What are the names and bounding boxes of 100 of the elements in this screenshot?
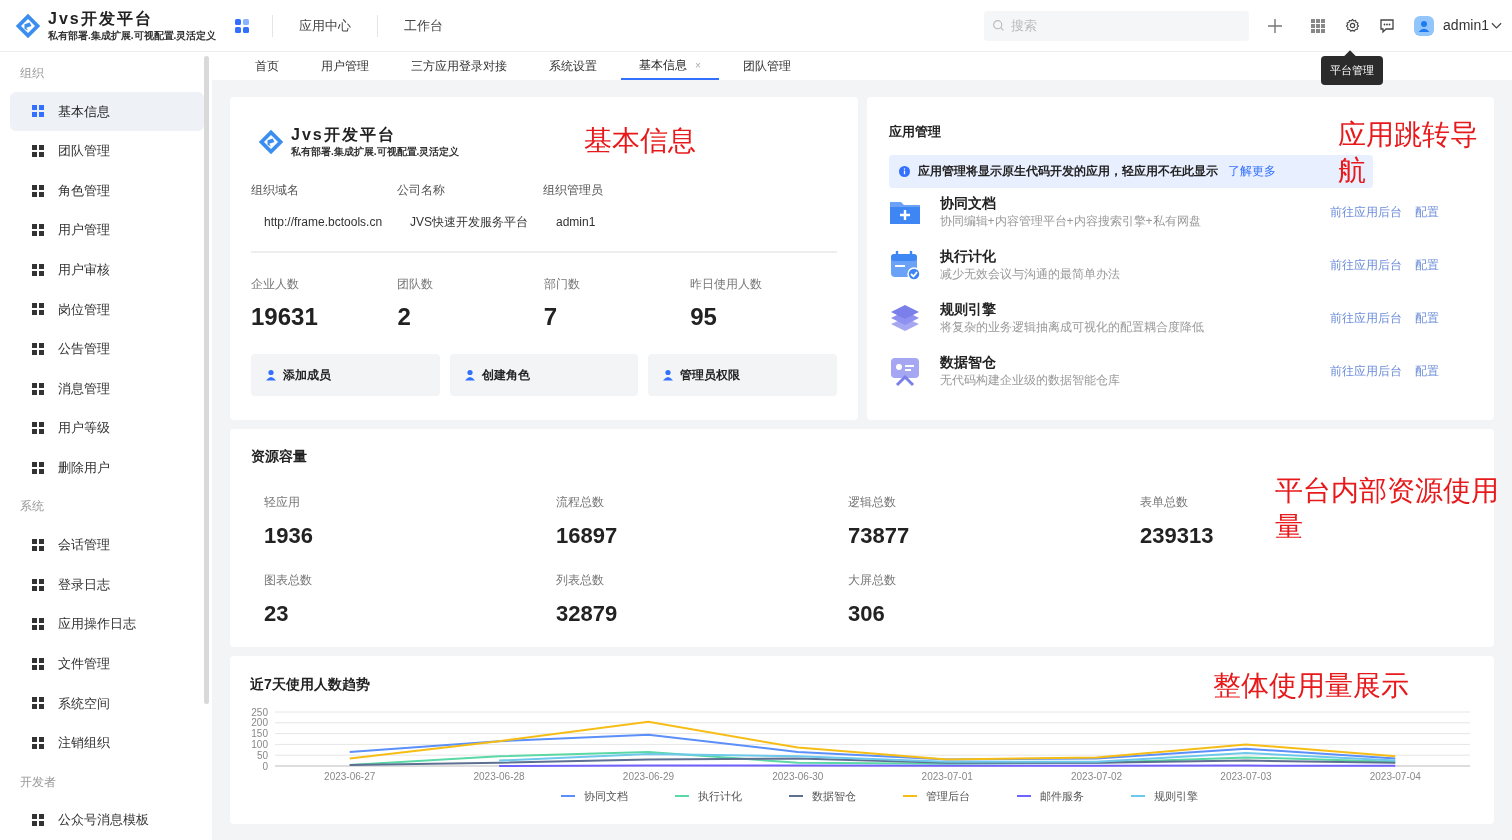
stat-label: 昨日使用人数 xyxy=(690,276,764,293)
search-field[interactable]: 搜索 xyxy=(984,10,1250,41)
apps-icon[interactable] xyxy=(234,17,250,34)
scrollbar[interactable] xyxy=(204,56,209,704)
grid-icon xyxy=(32,697,44,710)
stat-value: 239313 xyxy=(1140,523,1214,549)
sidebar-item[interactable]: 删除用户 xyxy=(10,447,204,488)
tooltip: 平台管理 xyxy=(1321,56,1383,85)
user-icon xyxy=(463,369,476,381)
app-name: 执行计化 xyxy=(939,246,997,265)
sidebar-item[interactable]: 角色管理 xyxy=(10,170,204,211)
app-name: 规则引擎 xyxy=(939,299,997,318)
learn-more-link[interactable]: 了解更多 xyxy=(1227,162,1276,180)
user-menu[interactable]: admin1 xyxy=(1443,15,1502,36)
tab[interactable]: 用户管理 xyxy=(303,52,387,80)
sidebar-item[interactable]: 登录日志 xyxy=(10,564,204,605)
app-link[interactable]: 配置 xyxy=(1414,202,1439,221)
grid-icon xyxy=(32,263,44,276)
sidebar-item[interactable]: 系统空间 xyxy=(10,683,204,724)
stat-label: 企业人数 xyxy=(251,276,300,293)
stat-label: 表单总数 xyxy=(1140,494,1188,511)
settings-icon[interactable] xyxy=(1345,18,1361,33)
stat-value: 306 xyxy=(848,601,885,627)
logo-icon xyxy=(14,11,42,40)
tab[interactable]: 团队管理 xyxy=(724,52,809,80)
sidebar-item[interactable]: 团队管理 xyxy=(10,131,204,171)
sidebar-group-title: 开发者 xyxy=(19,773,57,791)
search-icon xyxy=(992,18,1006,32)
stat-value: 95 xyxy=(690,302,718,332)
field-value: http://frame.bctools.cn xyxy=(263,214,384,231)
caret-icon xyxy=(1491,21,1502,30)
app-link[interactable]: 配置 xyxy=(1414,308,1439,327)
add-icon[interactable] xyxy=(1267,17,1284,34)
app-link[interactable]: 配置 xyxy=(1414,255,1439,274)
stat-value: 73877 xyxy=(848,523,910,549)
axis-tick-label: 2023-07-03 xyxy=(1220,771,1272,782)
grid-icon xyxy=(32,461,44,474)
stat-value: 19631 xyxy=(251,302,319,332)
sidebar-item[interactable]: 注销组织 xyxy=(10,723,204,763)
stat-label: 逻辑总数 xyxy=(848,494,896,511)
grid-icon xyxy=(32,145,44,157)
sidebar-item[interactable]: 用户管理 xyxy=(10,210,204,250)
app-link[interactable]: 前往应用后台 xyxy=(1329,361,1402,380)
app-description: 无代码构建企业级的数据智能仓库 xyxy=(939,371,1121,389)
sidebar-item[interactable]: 公告管理 xyxy=(10,329,204,369)
stat-label: 图表总数 xyxy=(264,572,312,589)
stat-label: 轻应用 xyxy=(264,494,300,511)
legend-item[interactable]: 协同文档 xyxy=(561,788,648,805)
sidebar-item[interactable]: 应用操作日志 xyxy=(10,604,204,644)
tab[interactable]: 基本信息 × xyxy=(621,52,719,80)
grid-icon[interactable] xyxy=(1311,18,1326,33)
logo-title: Jvs开发平台 xyxy=(48,10,154,27)
legend-item[interactable]: 管理后台 xyxy=(903,788,990,805)
stat-value: 2 xyxy=(397,302,412,332)
sidebar-item[interactable]: 用户等级 xyxy=(10,408,204,448)
app-name: 数据智仓 xyxy=(939,352,997,371)
card-title: 应用管理 xyxy=(888,123,941,141)
avatar-icon[interactable] xyxy=(1414,15,1435,36)
legend-item[interactable]: 数据智仓 xyxy=(789,788,876,805)
action-button[interactable]: 添加成员 xyxy=(251,354,440,396)
chart-title: 近7天使用人数趋势 xyxy=(250,675,370,694)
legend-item[interactable]: 邮件服务 xyxy=(1017,788,1104,805)
stat-label: 大屏总数 xyxy=(848,572,896,589)
axis-tick-label: 250 xyxy=(251,706,268,718)
stat-value: 16897 xyxy=(556,523,618,549)
annotation: 整体使用量展示 xyxy=(1213,669,1409,703)
sidebar-item[interactable]: 公众号消息模板 xyxy=(10,800,204,840)
field-value: JVS快速开发服务平台 xyxy=(409,214,529,231)
action-button[interactable]: 管理员权限 xyxy=(648,354,837,396)
axis-tick-label: 0 xyxy=(262,760,268,772)
field-label: 组织管理员 xyxy=(543,182,604,199)
tab[interactable]: 三方应用登录对接 xyxy=(393,52,525,80)
nav-link[interactable]: 工作台 xyxy=(378,15,469,36)
info-icon xyxy=(898,165,910,177)
app-link[interactable]: 前往应用后台 xyxy=(1329,308,1402,327)
app-link[interactable]: 前往应用后台 xyxy=(1329,255,1402,274)
tab[interactable]: 系统设置 xyxy=(531,52,615,80)
grid-icon xyxy=(32,578,44,591)
app-link[interactable]: 前往应用后台 xyxy=(1329,202,1402,221)
grid-icon xyxy=(32,303,44,316)
axis-tick-label: 100 xyxy=(251,738,268,750)
field-label: 组织域名 xyxy=(251,182,300,199)
legend-item[interactable]: 执行计化 xyxy=(675,788,762,805)
action-button[interactable]: 创建角色 xyxy=(449,354,638,396)
tab[interactable]: 首页 xyxy=(237,52,297,80)
app-description: 协同编辑+内容管理平台+内容搜索引擎+私有网盘 xyxy=(939,212,1202,230)
chat-icon[interactable] xyxy=(1379,17,1396,34)
sidebar-item[interactable]: 基本信息 xyxy=(10,91,204,132)
grid-icon xyxy=(32,618,44,631)
sidebar-item[interactable]: 消息管理 xyxy=(10,368,204,409)
sidebar-item[interactable]: 会话管理 xyxy=(10,525,204,565)
calendar-check-icon xyxy=(888,248,921,281)
app-link[interactable]: 配置 xyxy=(1414,361,1439,380)
grid-icon xyxy=(32,422,44,435)
sidebar-item[interactable]: 岗位管理 xyxy=(10,289,204,330)
nav-link[interactable]: 应用中心 xyxy=(273,15,377,36)
sidebar-item[interactable]: 用户审核 xyxy=(10,250,204,290)
annotation: 应用跳转导航 xyxy=(1337,118,1479,189)
sidebar-item[interactable]: 文件管理 xyxy=(10,643,204,684)
legend-item[interactable]: 规则引擎 xyxy=(1131,788,1218,805)
